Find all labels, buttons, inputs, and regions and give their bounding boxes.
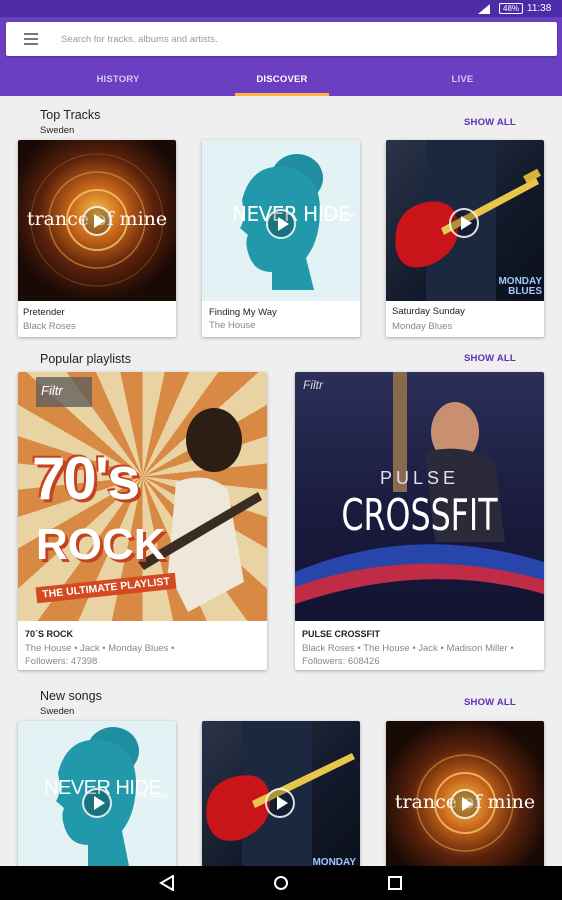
clock: 11:38: [527, 3, 552, 14]
play-icon[interactable]: [82, 206, 112, 236]
signal-icon: [478, 4, 490, 14]
album-art: NEVER HIDE the house: [202, 140, 360, 301]
playlist-artists: The House • Jack • Monday Blues •: [25, 643, 175, 654]
playlist-art: Filtr PULSE CROSSFIT: [295, 372, 544, 621]
new-songs-subtitle: Sweden: [40, 706, 75, 717]
playlist-title: PULSE CROSSFIT: [302, 629, 381, 639]
play-icon[interactable]: [449, 208, 479, 238]
tab-history[interactable]: HISTORY: [60, 70, 176, 96]
album-art-text-line2: BLUES: [508, 286, 542, 297]
tab-discover[interactable]: DISCOVER: [235, 70, 329, 96]
track-card[interactable]: trance of mine Pretender Black Roses: [18, 140, 176, 337]
track-artist: Monday Blues: [392, 321, 453, 332]
album-art: trance of mine: [18, 140, 176, 301]
play-icon[interactable]: [82, 788, 112, 818]
top-tracks-show-all-button[interactable]: SHOW ALL: [464, 117, 516, 128]
status-bar: 48% 11:38: [0, 0, 562, 17]
album-art-subtext: the house: [138, 793, 169, 800]
back-icon[interactable]: [158, 875, 176, 891]
playlist-card[interactable]: Filtr PULSE CROSSFIT PULSE CROSSFIT Blac…: [295, 372, 544, 670]
tab-indicator: [235, 93, 329, 96]
new-songs-title: New songs: [40, 689, 102, 703]
search-input[interactable]: [61, 30, 531, 48]
track-artist: The House: [209, 320, 256, 331]
recents-icon[interactable]: [386, 875, 404, 891]
playlist-followers: Followers: 608426: [302, 656, 380, 667]
playlist-art-title: PULSE: [379, 468, 460, 488]
playlist-art-title: 70's: [32, 445, 140, 512]
home-icon[interactable]: [272, 875, 290, 891]
play-icon[interactable]: [266, 209, 296, 239]
playlist-artists: Black Roses • The House • Jack • Madison…: [302, 643, 514, 654]
tab-label: DISCOVER: [256, 74, 308, 85]
song-card[interactable]: NEVER HIDE the house: [18, 721, 176, 871]
play-icon[interactable]: [265, 788, 295, 818]
playlist-followers: Followers: 47398: [25, 656, 98, 667]
battery-indicator: 48%: [499, 3, 524, 14]
track-artist: Black Roses: [23, 321, 76, 332]
popular-playlists-title: Popular playlists: [40, 352, 132, 366]
menu-icon[interactable]: [24, 33, 38, 45]
playlist-art: Filtr 70's ROCK THE ULTIMATE PLAYLIST: [18, 372, 267, 621]
playlist-art-subtitle: ROCK: [36, 520, 166, 569]
song-card[interactable]: MONDAY: [202, 721, 360, 871]
track-title: Pretender: [23, 307, 65, 318]
popular-playlists-show-all-button[interactable]: SHOW ALL: [464, 353, 516, 364]
tab-label: LIVE: [451, 74, 474, 85]
track-card[interactable]: NEVER HIDE the house Finding My Way The …: [202, 140, 360, 337]
album-art: NEVER HIDE the house: [18, 721, 176, 871]
track-title: Finding My Way: [209, 307, 277, 318]
search-box: [6, 22, 557, 56]
new-songs-show-all-button[interactable]: SHOW ALL: [464, 697, 516, 708]
navigation-bar: [0, 866, 562, 900]
album-art-text: MONDAY BLUES: [486, 277, 542, 297]
playlist-card[interactable]: Filtr 70's ROCK THE ULTIMATE PLAYLIST 70…: [18, 372, 267, 670]
playlist-title: 70´S ROCK: [25, 629, 74, 639]
album-art: trance of mine: [386, 721, 544, 871]
play-icon[interactable]: [450, 789, 480, 819]
tab-live[interactable]: LIVE: [410, 70, 515, 96]
track-title: Saturday Sunday: [392, 306, 465, 317]
album-art-subtext: the house: [324, 213, 355, 220]
top-tracks-title: Top Tracks: [40, 108, 101, 122]
top-tracks-subtitle: Sweden: [40, 125, 75, 136]
song-card[interactable]: trance of mine: [386, 721, 544, 871]
album-art: MONDAY: [202, 721, 360, 871]
track-card[interactable]: MONDAY BLUES Saturday Sunday Monday Blues: [386, 140, 544, 337]
tab-label: HISTORY: [96, 74, 140, 85]
album-art: MONDAY BLUES: [386, 140, 544, 301]
playlist-art-subtitle: CROSSFIT: [341, 490, 498, 541]
app-bar: HISTORY DISCOVER LIVE: [0, 17, 562, 96]
